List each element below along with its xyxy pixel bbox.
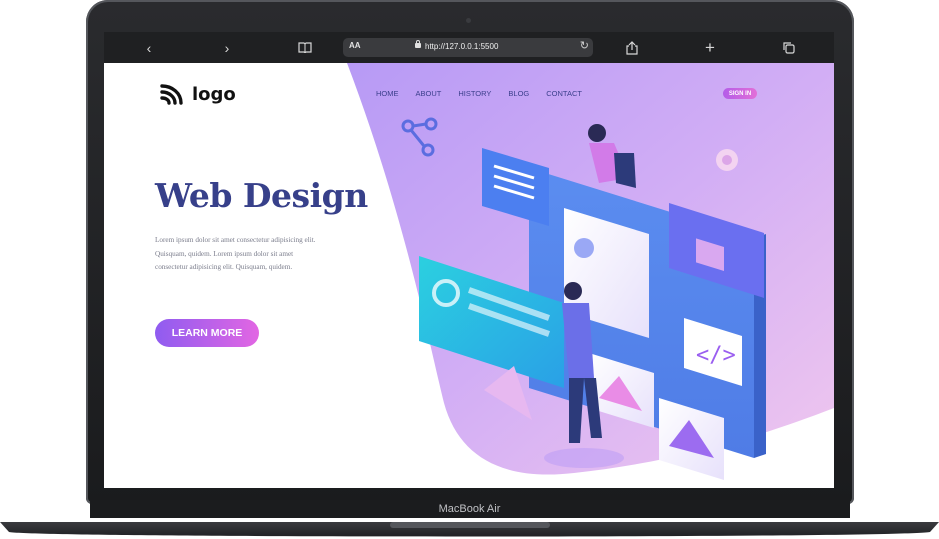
address-bar[interactable]: AA http://127.0.0.1:5500 ↻ (343, 38, 593, 57)
nav-about[interactable]: ABOUT (416, 89, 442, 98)
rss-logo-icon (160, 84, 183, 105)
nav-blog[interactable]: BLOG (508, 89, 529, 98)
logo-text: logo (192, 83, 236, 105)
book-icon[interactable] (294, 38, 316, 57)
tabs-icon[interactable] (777, 38, 799, 57)
gear-icon (716, 149, 738, 171)
screen: ‹ › AA http://127.0.0.1:5500 ↻ + logo HO… (104, 32, 834, 488)
person-top (588, 124, 636, 188)
share-icon[interactable] (621, 38, 643, 57)
device-label: MacBook Air (438, 503, 501, 515)
browser-toolbar: ‹ › AA http://127.0.0.1:5500 ↻ + (104, 32, 834, 63)
text-size-button[interactable]: AA (349, 41, 361, 50)
text-card (482, 148, 549, 226)
webpage: logo HOME ABOUT HISTORY BLOG CONTACT SIG… (104, 63, 834, 488)
reload-icon[interactable]: ↻ (580, 39, 589, 52)
site-logo[interactable]: logo (160, 83, 236, 105)
camera (466, 18, 471, 23)
hero-description: Lorem ipsum dolor sit amet consectetur a… (155, 236, 316, 271)
forward-icon[interactable]: › (216, 38, 238, 57)
main-nav: HOME ABOUT HISTORY BLOG CONTACT (376, 89, 599, 98)
hero-illustration: </> (401, 117, 766, 480)
new-tab-icon[interactable]: + (699, 38, 721, 57)
nav-home[interactable]: HOME (376, 89, 399, 98)
url-text: http://127.0.0.1:5500 (425, 42, 499, 51)
lock-icon (415, 40, 421, 48)
nav-contact[interactable]: CONTACT (546, 89, 582, 98)
share-nodes-icon (401, 117, 438, 157)
learn-more-button[interactable]: LEARN MORE (155, 319, 259, 347)
nav-history[interactable]: HISTORY (458, 89, 491, 98)
sign-in-button[interactable]: SIGN IN (723, 88, 757, 99)
svg-text:</>: </> (696, 343, 736, 368)
back-icon[interactable]: ‹ (138, 38, 160, 57)
hero-title: Web Design (155, 176, 368, 215)
